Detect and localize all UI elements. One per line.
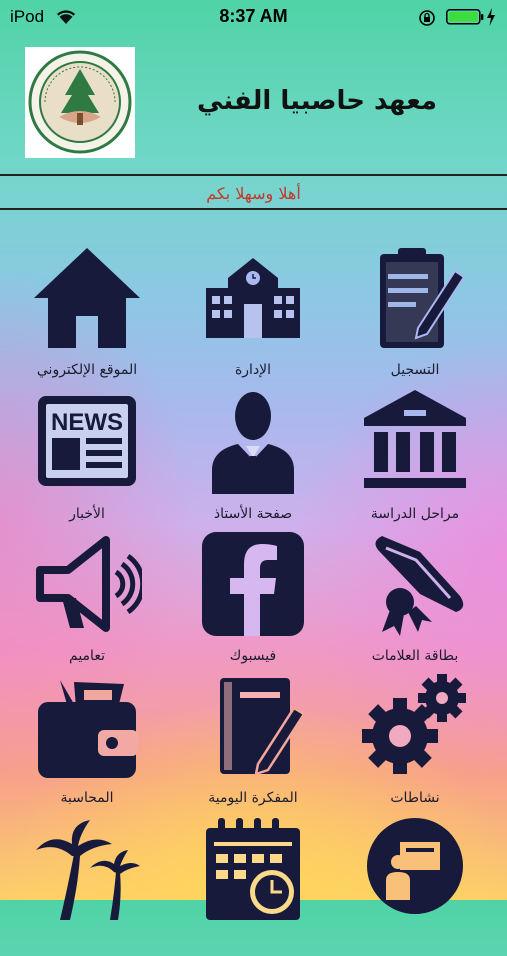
menu-item-teacher-page[interactable]: صفحة الأستاذ (178, 390, 328, 530)
menu-item-activities[interactable]: نشاطات (340, 674, 490, 814)
menu-item-label: صفحة الأستاذ (213, 506, 293, 522)
welcome-banner: أهلا وسهلا بكم (0, 174, 507, 210)
menu-item-daily-notebook[interactable]: المفكرة اليومية (178, 674, 328, 814)
app-header: معهد حاصبيا الفني (0, 34, 507, 174)
menu-item-label: نشاطات (390, 790, 440, 806)
announcements-megaphone-icon (32, 532, 146, 637)
menu-item-announcements[interactable]: تعاميم (12, 532, 162, 672)
menu-item-label: الإدارة (234, 362, 272, 378)
charging-icon (486, 8, 496, 30)
menu-item-label: بطاقة العلامات (371, 648, 459, 664)
palm-trees-icon (32, 816, 142, 921)
menu-item-trips[interactable] (12, 816, 162, 956)
menu-item-label: المفكرة اليومية (208, 790, 298, 806)
menu-item-label: التسجيل (390, 362, 440, 378)
menu-item-label: الأخبار (69, 506, 105, 522)
menu-item-administration[interactable]: الإدارة (178, 246, 328, 386)
daily-notebook-pen-icon (198, 674, 308, 779)
website-home-icon (32, 246, 142, 351)
page-title: معهد حاصبيا الفني (197, 86, 437, 116)
battery-icon (446, 9, 484, 29)
menu-item-label: فيسبوك (229, 648, 277, 664)
menu-item-presentation[interactable] (340, 816, 490, 956)
facebook-icon (198, 532, 308, 637)
menu-item-calendar[interactable] (178, 816, 328, 956)
news-icon: NEWS (32, 390, 142, 495)
menu-item-news[interactable]: NEWS الأخبار (12, 390, 162, 530)
status-bar: iPod 8:37 AM (0, 0, 507, 34)
rotation-lock-icon (418, 9, 436, 31)
menu-item-accounting[interactable]: المحاسبة (12, 674, 162, 814)
menu-item-study-stages[interactable]: مراحل الدراسة (340, 390, 490, 530)
svg-text:NEWS: NEWS (51, 409, 123, 436)
activities-gears-icon (360, 674, 470, 779)
teacher-page-person-icon (198, 390, 308, 495)
menu-item-label: المحاسبة (60, 790, 114, 806)
menu-item-label: تعاميم (69, 648, 105, 664)
grades-diploma-icon (360, 532, 470, 637)
calendar-clock-icon (198, 816, 308, 921)
accounting-wallet-icon (32, 674, 142, 779)
menu-item-label: الموقع الإلكتروني (36, 362, 138, 378)
menu-item-website[interactable]: الموقع الإلكتروني (12, 246, 162, 386)
menu-item-facebook[interactable]: فيسبوك (178, 532, 328, 672)
presentation-teacher-icon (360, 816, 470, 921)
menu-item-label: مراحل الدراسة (370, 506, 460, 522)
study-stages-institution-icon (360, 390, 470, 495)
menu-item-registration[interactable]: التسجيل (340, 246, 490, 386)
registration-clipboard-icon (360, 246, 470, 351)
welcome-text: أهلا وسهلا بكم (206, 184, 301, 203)
institute-logo (25, 47, 135, 158)
administration-building-icon (198, 246, 308, 351)
menu-item-grades[interactable]: بطاقة العلامات (340, 532, 490, 672)
